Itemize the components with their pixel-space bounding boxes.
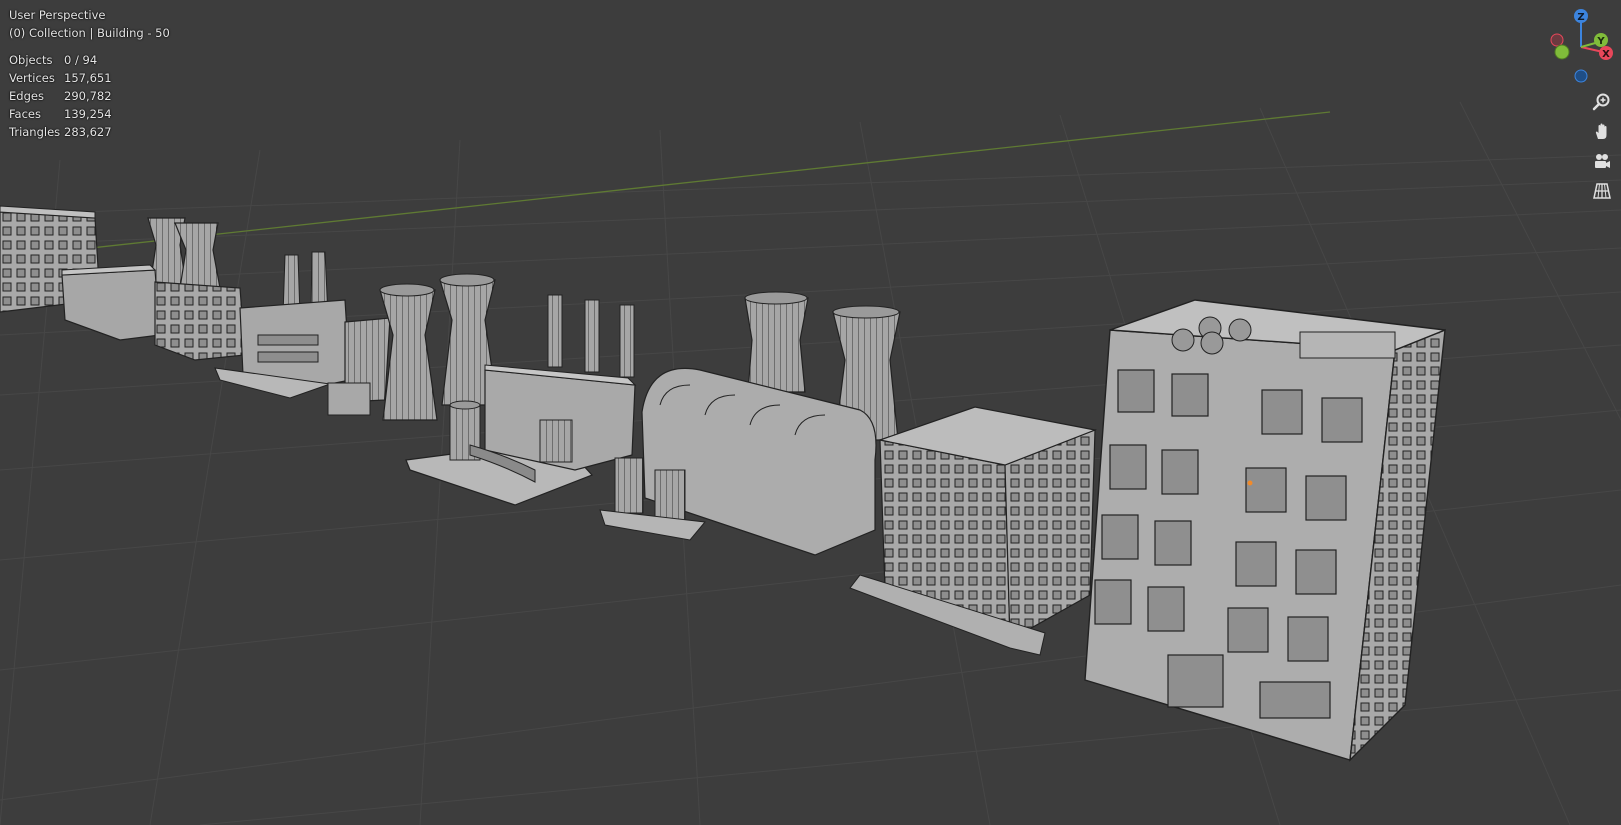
ortho-grid-icon [1593,183,1611,199]
stat-value: 139,254 [64,107,112,121]
stat-row: Edges 290,782 [9,87,170,105]
stat-value: 157,651 [64,71,112,85]
stat-label: Triangles [9,125,61,139]
gizmo-x-label: X [1602,49,1610,60]
stat-label: Faces [9,107,41,121]
gizmo-neg-x[interactable] [1550,33,1564,47]
model-midrise-building[interactable] [849,406,1098,656]
navigation-gizmo[interactable]: Z Y X [1531,0,1621,100]
ortho-toggle-button[interactable] [1591,180,1613,202]
pan-hand-icon [1595,123,1607,139]
stat-row: Objects 0 / 94 [9,51,170,69]
model-processing-plant[interactable] [405,294,637,506]
model-cooling-towers-small[interactable] [147,217,221,289]
model-curved-roof-hall[interactable] [599,291,901,556]
stat-row: Vertices 157,651 [9,69,170,87]
model-office-tower-selected[interactable] [1084,299,1446,762]
stat-label: Edges [9,89,44,103]
scene-statistics: Objects 0 / 94 Vertices 157,651 Edges 290,7… [9,51,170,141]
gizmo-z-label: Z [1577,12,1584,23]
collection-info: (0) Collection | Building - 50 [9,26,170,40]
stat-value: 0 / 94 [64,53,98,67]
3d-viewport[interactable]: User Perspective (0) Collection | Buildi… [0,0,1621,825]
viewport-info-overlay: User Perspective (0) Collection | Buildi… [9,6,170,141]
stat-row: Triangles 283,627 [9,123,170,141]
gizmo-neg-z[interactable] [1574,69,1588,83]
stat-label: Vertices [9,71,55,85]
view-name: User Perspective [9,8,106,22]
model-cooling-towers-large[interactable] [327,273,498,421]
zoom-button[interactable] [1591,91,1613,113]
gizmo-neg-y[interactable] [1554,44,1570,60]
zoom-icon [1592,93,1610,111]
stat-value: 283,627 [64,125,112,139]
gizmo-y-label: Y [1596,36,1605,47]
stat-row: Faces 139,254 [9,105,170,123]
pan-button[interactable] [1591,121,1613,143]
camera-icon [1595,154,1610,168]
stat-label: Objects [9,53,53,67]
camera-view-button[interactable] [1591,151,1613,173]
scene-canvas[interactable] [0,0,1621,825]
stat-value: 290,782 [64,89,112,103]
